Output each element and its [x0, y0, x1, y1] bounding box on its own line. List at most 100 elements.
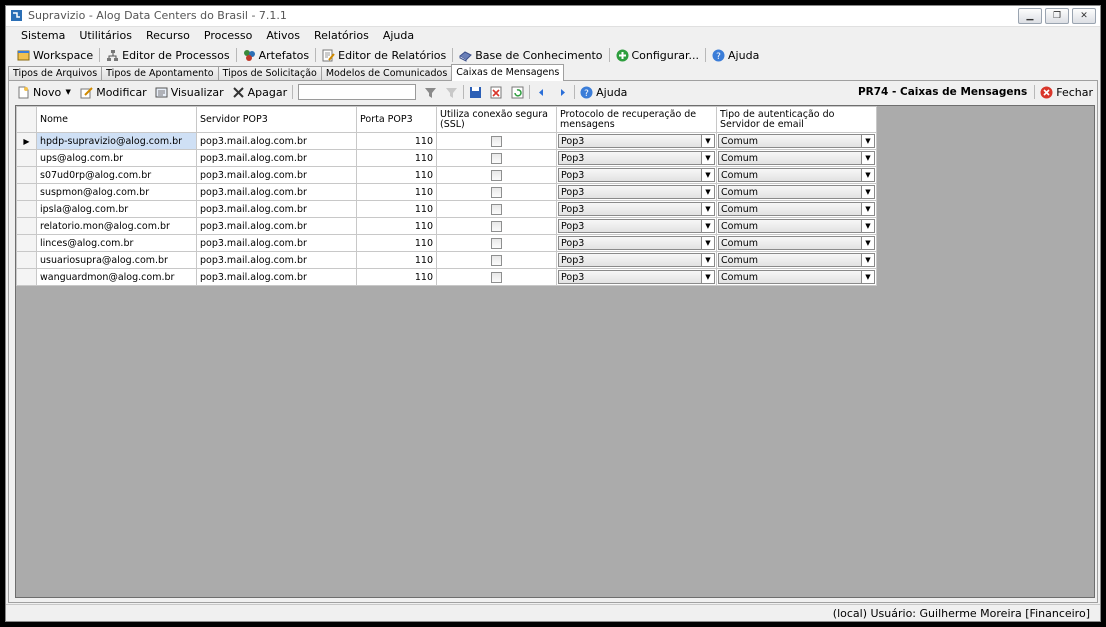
- cell-name[interactable]: ipsla@alog.com.br: [36, 200, 197, 218]
- workspace-button[interactable]: Workspace: [12, 49, 98, 62]
- cell-protocol[interactable]: Pop3 ▼: [556, 217, 717, 235]
- chevron-down-icon[interactable]: ▼: [861, 203, 874, 215]
- cell-name[interactable]: ups@alog.com.br: [36, 149, 197, 167]
- cell-name[interactable]: usuariosupra@alog.com.br: [36, 251, 197, 269]
- previous-button[interactable]: [531, 86, 552, 99]
- cell-server[interactable]: pop3.mail.alog.com.br: [196, 183, 357, 201]
- new-button[interactable]: Novo ▼: [13, 86, 76, 99]
- cell-protocol[interactable]: Pop3 ▼: [556, 132, 717, 150]
- help-button[interactable]: ? Ajuda: [707, 49, 764, 62]
- protocol-select[interactable]: Pop3 ▼: [558, 134, 715, 148]
- ssl-checkbox[interactable]: [491, 220, 502, 232]
- cell-server[interactable]: pop3.mail.alog.com.br: [196, 268, 357, 286]
- menu-relatorios[interactable]: Relatórios: [307, 27, 376, 45]
- cell-ssl[interactable]: [436, 166, 557, 184]
- chevron-down-icon[interactable]: ▼: [861, 152, 874, 164]
- auth-select[interactable]: Comum ▼: [718, 134, 875, 148]
- table-row[interactable]: suspmon@alog.com.br pop3.mail.alog.com.br…: [16, 183, 877, 201]
- cell-port[interactable]: 110: [356, 234, 437, 252]
- chevron-down-icon[interactable]: ▼: [701, 186, 714, 198]
- row-selector[interactable]: ▶: [16, 132, 37, 150]
- cell-port[interactable]: 110: [356, 268, 437, 286]
- row-selector[interactable]: [16, 166, 37, 184]
- chevron-down-icon[interactable]: ▼: [861, 135, 874, 147]
- cell-protocol[interactable]: Pop3 ▼: [556, 183, 717, 201]
- chevron-down-icon[interactable]: ▼: [64, 86, 72, 99]
- ssl-checkbox[interactable]: [491, 152, 502, 164]
- cell-ssl[interactable]: [436, 251, 557, 269]
- cell-protocol[interactable]: Pop3 ▼: [556, 149, 717, 167]
- cell-name[interactable]: s07ud0rp@alog.com.br: [36, 166, 197, 184]
- tab-tipos-de-solicitacao[interactable]: Tipos de Solicitação: [217, 66, 322, 81]
- ssl-checkbox[interactable]: [491, 254, 502, 266]
- cell-server[interactable]: pop3.mail.alog.com.br: [196, 234, 357, 252]
- cell-port[interactable]: 110: [356, 132, 437, 150]
- chevron-down-icon[interactable]: ▼: [701, 271, 714, 283]
- column-header-ssl[interactable]: Utiliza conexão segura (SSL): [436, 106, 557, 133]
- row-selector[interactable]: [16, 217, 37, 235]
- ssl-checkbox[interactable]: [491, 135, 502, 147]
- protocol-select[interactable]: Pop3 ▼: [558, 185, 715, 199]
- clear-filter-button[interactable]: [441, 86, 462, 99]
- chevron-down-icon[interactable]: ▼: [701, 152, 714, 164]
- table-row[interactable]: s07ud0rp@alog.com.br pop3.mail.alog.com.b…: [16, 166, 877, 184]
- process-editor-button[interactable]: Editor de Processos: [101, 49, 235, 62]
- chevron-down-icon[interactable]: ▼: [861, 254, 874, 266]
- delete-button[interactable]: Apagar: [228, 86, 292, 99]
- artifacts-button[interactable]: Artefatos: [238, 49, 315, 62]
- cell-auth[interactable]: Comum ▼: [716, 166, 877, 184]
- chevron-down-icon[interactable]: ▼: [861, 271, 874, 283]
- auth-select[interactable]: Comum ▼: [718, 219, 875, 233]
- table-row[interactable]: linces@alog.com.br pop3.mail.alog.com.br 1…: [16, 234, 877, 252]
- protocol-select[interactable]: Pop3 ▼: [558, 270, 715, 284]
- view-button[interactable]: Visualizar: [151, 86, 228, 99]
- chevron-down-icon[interactable]: ▼: [861, 169, 874, 181]
- cell-protocol[interactable]: Pop3 ▼: [556, 200, 717, 218]
- table-row[interactable]: usuariosupra@alog.com.br pop3.mail.alog.c…: [16, 251, 877, 269]
- ssl-checkbox[interactable]: [491, 169, 502, 181]
- cell-auth[interactable]: Comum ▼: [716, 251, 877, 269]
- cell-server[interactable]: pop3.mail.alog.com.br: [196, 200, 357, 218]
- row-selector[interactable]: [16, 251, 37, 269]
- cell-ssl[interactable]: [436, 200, 557, 218]
- chevron-down-icon[interactable]: ▼: [701, 169, 714, 181]
- auth-select[interactable]: Comum ▼: [718, 202, 875, 216]
- auth-select[interactable]: Comum ▼: [718, 236, 875, 250]
- cell-server[interactable]: pop3.mail.alog.com.br: [196, 149, 357, 167]
- cell-port[interactable]: 110: [356, 149, 437, 167]
- modify-button[interactable]: Modificar: [76, 86, 151, 99]
- chevron-down-icon[interactable]: ▼: [701, 203, 714, 215]
- chevron-down-icon[interactable]: ▼: [861, 186, 874, 198]
- column-header-nome[interactable]: Nome: [36, 106, 197, 133]
- search-input[interactable]: [298, 84, 417, 100]
- knowledge-base-button[interactable]: Base de Conhecimento: [454, 49, 607, 62]
- chevron-down-icon[interactable]: ▼: [861, 237, 874, 249]
- menu-utilitarios[interactable]: Utilitários: [72, 27, 139, 45]
- row-selector[interactable]: [16, 183, 37, 201]
- table-row[interactable]: ups@alog.com.br pop3.mail.alog.com.br 110 P…: [16, 149, 877, 167]
- protocol-select[interactable]: Pop3 ▼: [558, 151, 715, 165]
- ssl-checkbox[interactable]: [491, 237, 502, 249]
- cell-ssl[interactable]: [436, 217, 557, 235]
- cell-name[interactable]: suspmon@alog.com.br: [36, 183, 197, 201]
- chevron-down-icon[interactable]: ▼: [701, 237, 714, 249]
- chevron-down-icon[interactable]: ▼: [701, 135, 714, 147]
- auth-select[interactable]: Comum ▼: [718, 253, 875, 267]
- ssl-checkbox[interactable]: [491, 186, 502, 198]
- chevron-down-icon[interactable]: ▼: [701, 254, 714, 266]
- cell-name[interactable]: relatorio.mon@alog.com.br: [36, 217, 197, 235]
- cell-auth[interactable]: Comum ▼: [716, 183, 877, 201]
- chevron-down-icon[interactable]: ▼: [701, 220, 714, 232]
- tab-tipos-de-apontamento[interactable]: Tipos de Apontamento: [101, 66, 219, 81]
- cell-port[interactable]: 110: [356, 217, 437, 235]
- protocol-select[interactable]: Pop3 ▼: [558, 168, 715, 182]
- restore-icon[interactable]: ❐: [1045, 8, 1069, 24]
- protocol-select[interactable]: Pop3 ▼: [558, 219, 715, 233]
- save-button[interactable]: [465, 86, 486, 99]
- cell-auth[interactable]: Comum ▼: [716, 132, 877, 150]
- configure-button[interactable]: Configurar...: [611, 49, 705, 62]
- cell-name[interactable]: wanguardmon@alog.com.br: [36, 268, 197, 286]
- column-header-servidor[interactable]: Servidor POP3: [196, 106, 357, 133]
- row-selector[interactable]: [16, 268, 37, 286]
- cell-ssl[interactable]: [436, 149, 557, 167]
